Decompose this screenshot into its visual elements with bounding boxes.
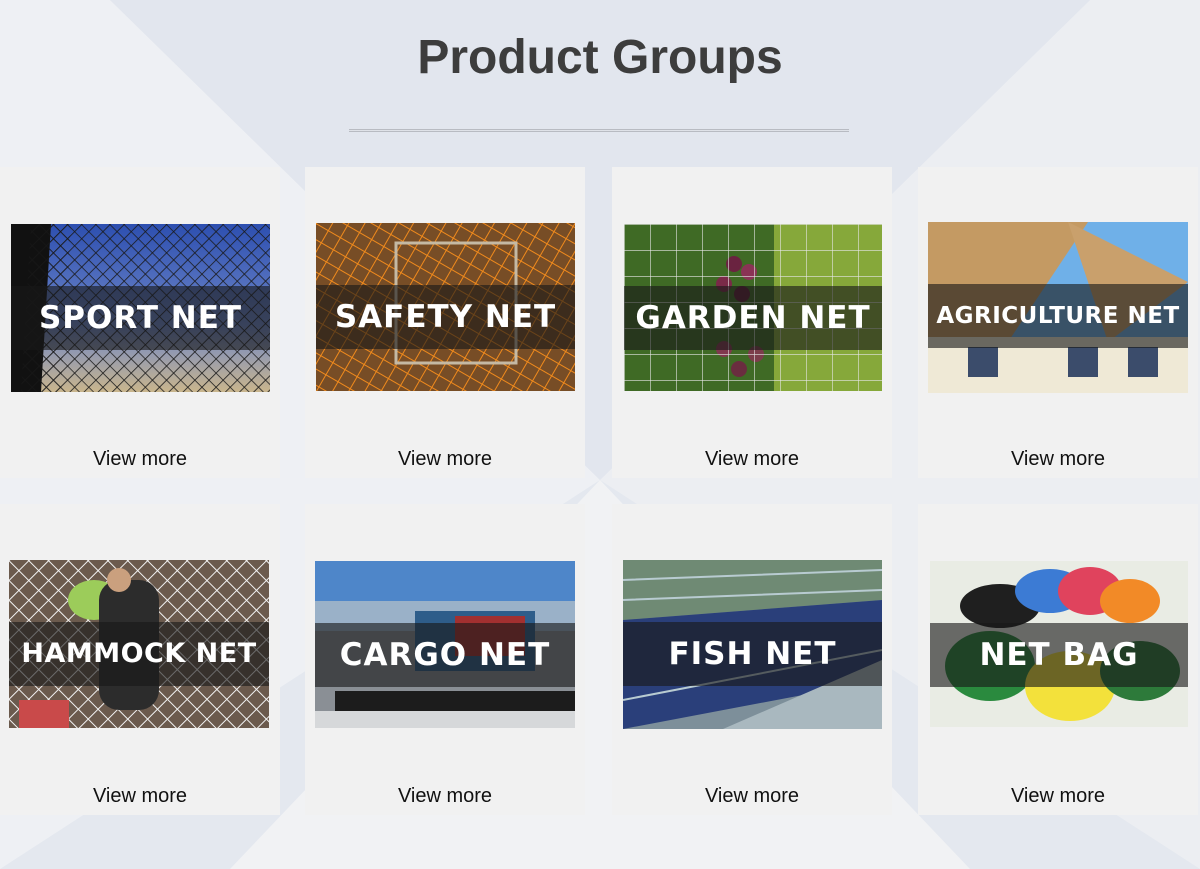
product-label: HAMMOCK NET: [21, 638, 257, 669]
product-card-garden-net[interactable]: GARDEN NET View more: [612, 167, 892, 478]
product-card-safety-net[interactable]: SAFETY NET View more: [305, 167, 585, 478]
fish-net-image[interactable]: FISH NET: [623, 560, 882, 729]
view-more-link[interactable]: View more: [0, 784, 280, 808]
product-card-sport-net[interactable]: SPORT NET View more: [0, 167, 280, 478]
view-more-link[interactable]: View more: [918, 447, 1198, 471]
garden-net-image[interactable]: GARDEN NET: [624, 224, 882, 391]
product-card-fish-net[interactable]: FISH NET View more: [612, 504, 892, 815]
cargo-net-image[interactable]: CARGO NET: [315, 561, 575, 728]
product-label: GARDEN NET: [635, 300, 871, 336]
product-groups-section: Product Groups SPORT NET View more SAFET…: [0, 0, 1200, 869]
net-bag-image[interactable]: NET BAG: [930, 561, 1188, 727]
product-label: FISH NET: [668, 636, 837, 672]
product-grid: SPORT NET View more SAFETY NET View more…: [0, 0, 1200, 869]
product-card-net-bag[interactable]: NET BAG View more: [918, 504, 1198, 815]
view-more-link[interactable]: View more: [305, 784, 585, 808]
view-more-link[interactable]: View more: [305, 447, 585, 471]
view-more-link[interactable]: View more: [612, 447, 892, 471]
product-label: AGRICULTURE NET: [936, 303, 1180, 329]
sport-net-image[interactable]: SPORT NET: [11, 224, 270, 392]
product-label: SPORT NET: [38, 300, 243, 336]
product-card-cargo-net[interactable]: CARGO NET View more: [305, 504, 585, 815]
hammock-net-image[interactable]: HAMMOCK NET: [9, 560, 269, 728]
view-more-link[interactable]: View more: [0, 447, 280, 471]
safety-net-image[interactable]: SAFETY NET: [316, 223, 575, 391]
product-label: NET BAG: [979, 637, 1139, 673]
product-label: CARGO NET: [339, 637, 551, 673]
product-card-hammock-net[interactable]: HAMMOCK NET View more: [0, 504, 280, 815]
view-more-link[interactable]: View more: [612, 784, 892, 808]
agriculture-net-image[interactable]: AGRICULTURE NET: [928, 222, 1188, 393]
product-card-agriculture-net[interactable]: AGRICULTURE NET View more: [918, 167, 1198, 478]
view-more-link[interactable]: View more: [918, 784, 1198, 808]
product-label: SAFETY NET: [334, 299, 557, 335]
